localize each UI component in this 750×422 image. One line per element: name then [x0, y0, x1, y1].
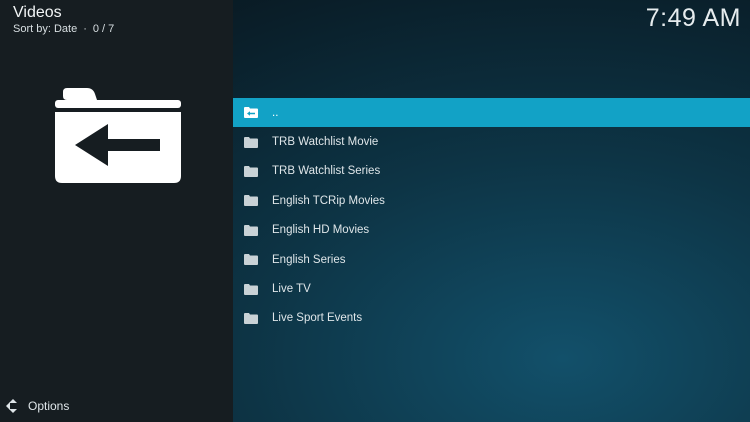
folder-back-icon	[244, 107, 258, 119]
list-item-label: English TCRip Movies	[272, 194, 385, 207]
folder-back-icon	[55, 88, 181, 183]
folder-icon	[244, 165, 258, 177]
page-title: Videos	[13, 4, 62, 21]
list-item-label: TRB Watchlist Series	[272, 165, 381, 178]
list-item[interactable]: Live Sport Events	[233, 304, 750, 333]
list-item[interactable]: Live TV	[233, 274, 750, 303]
list-item[interactable]: English Series	[233, 245, 750, 274]
list-item-label: TRB Watchlist Movie	[272, 136, 379, 149]
list-item[interactable]: English TCRip Movies	[233, 186, 750, 215]
options-label: Options	[28, 399, 70, 413]
options-arrows-icon	[6, 399, 20, 413]
options-button[interactable]: Options	[6, 399, 69, 413]
list-item[interactable]: English HD Movies	[233, 216, 750, 245]
list-item[interactable]: TRB Watchlist Movie	[233, 127, 750, 156]
list-item-label: Live TV	[272, 283, 311, 296]
folder-icon	[244, 136, 258, 148]
list-item-label: Live Sport Events	[272, 312, 363, 325]
folder-icon	[244, 195, 258, 207]
sort-label: Sort by: Date	[13, 23, 78, 35]
list-item-label: ..	[272, 106, 279, 119]
folder-icon	[244, 283, 258, 295]
list-item[interactable]: TRB Watchlist Series	[233, 157, 750, 186]
header: Videos Sort by: Date · 0 / 7	[13, 4, 114, 35]
left-panel	[0, 0, 233, 422]
file-list: .. TRB Watchlist Movie TRB Watchlist Ser…	[233, 98, 750, 333]
item-count: 0 / 7	[92, 23, 115, 35]
folder-icon	[244, 254, 258, 266]
list-item-label: English Series	[272, 253, 346, 266]
list-item-label: English HD Movies	[272, 224, 370, 237]
folder-icon	[244, 224, 258, 236]
separator: ·	[83, 23, 87, 35]
list-item-parent[interactable]: ..	[233, 98, 750, 128]
clock: 7:49 AM	[645, 4, 741, 32]
folder-icon	[244, 312, 258, 324]
sort-info: Sort by: Date · 0 / 7	[13, 23, 114, 35]
